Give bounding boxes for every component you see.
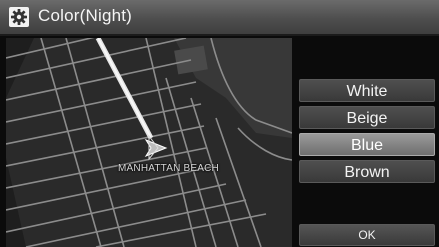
map-preview: MANHATTAN BEACH (6, 38, 292, 247)
map-roads (6, 38, 292, 247)
gear-icon (9, 7, 29, 27)
screen: Color(Night) MANHATTAN BEACH White Beige… (0, 0, 439, 247)
color-option-blue[interactable]: Blue (299, 133, 435, 156)
color-option-beige[interactable]: Beige (299, 106, 435, 129)
title-bar: Color(Night) (0, 0, 439, 36)
color-options-list: White Beige Blue Brown (299, 79, 435, 187)
page-title: Color(Night) (38, 6, 133, 25)
color-option-brown[interactable]: Brown (299, 160, 435, 183)
vehicle-marker (144, 134, 168, 161)
ok-button[interactable]: OK (299, 224, 435, 246)
map-place-label: MANHATTAN BEACH (118, 163, 219, 174)
color-option-white[interactable]: White (299, 79, 435, 102)
